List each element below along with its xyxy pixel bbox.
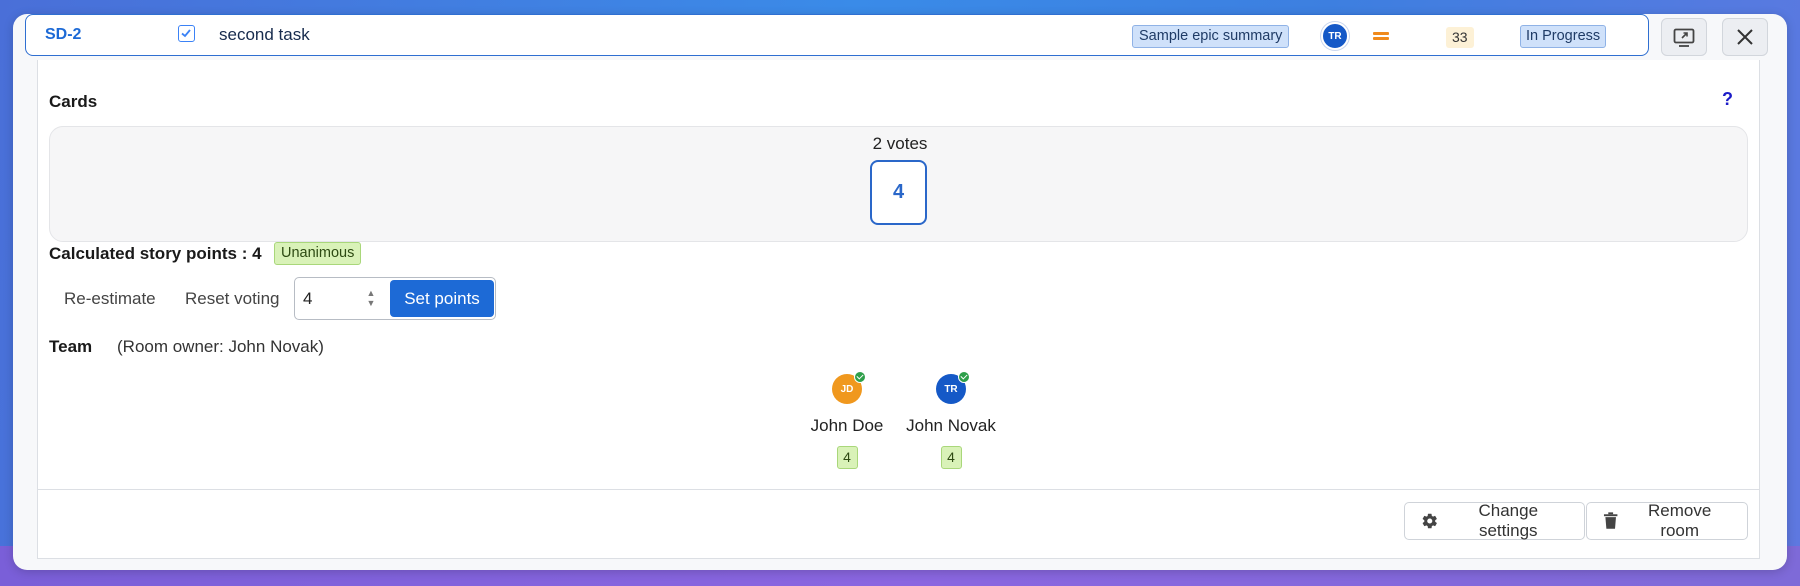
- room-owner-label: (Room owner: John Novak): [117, 337, 324, 356]
- member-vote-badge: 4: [940, 446, 962, 469]
- change-settings-label: Change settings: [1478, 501, 1539, 540]
- set-points-group: ▲ ▼ Set points: [294, 277, 496, 320]
- external-window-icon: [1673, 28, 1695, 47]
- calculated-story-points: Calculated story points : 4: [49, 244, 262, 263]
- issue-header-bar[interactable]: SD-2 second task Sample epic summary TR …: [25, 14, 1649, 56]
- gear-icon: [1422, 513, 1437, 529]
- vote-card[interactable]: 4: [870, 160, 927, 225]
- votes-count: 2 votes: [872, 134, 928, 153]
- epic-badge: Sample epic summary: [1132, 25, 1290, 48]
- cards-heading: Cards: [49, 92, 98, 111]
- team-member: TR John Novak 4: [901, 371, 1001, 469]
- reestimate-button[interactable]: Re-estimate: [64, 289, 156, 309]
- chevron-up-icon: ▲: [366, 288, 376, 298]
- voted-check-icon: [854, 371, 866, 383]
- team-heading: Team: [49, 337, 93, 356]
- avatar: TR: [936, 371, 970, 404]
- points-stepper[interactable]: ▲ ▼: [361, 288, 381, 310]
- reset-voting-button[interactable]: Reset voting: [185, 289, 280, 309]
- avatar: JD: [832, 371, 866, 404]
- voted-check-icon: [958, 371, 970, 383]
- member-name: John Novak: [906, 416, 996, 435]
- footer-divider: [37, 489, 1760, 490]
- task-type-icon: [178, 25, 195, 42]
- issue-key-link[interactable]: SD-2: [45, 26, 81, 44]
- priority-medium-icon: [1373, 30, 1391, 42]
- chevron-down-icon: ▼: [366, 298, 376, 308]
- avatar-initials: JD: [840, 383, 854, 395]
- status-badge: In Progress: [1520, 25, 1607, 48]
- remove-room-button[interactable]: Remove room: [1586, 501, 1748, 540]
- member-vote-badge: 4: [836, 446, 858, 469]
- story-points-badge: 33: [1446, 27, 1474, 48]
- change-settings-button[interactable]: Change settings: [1404, 501, 1585, 540]
- assignee-avatar: TR: [1321, 22, 1349, 50]
- set-points-button[interactable]: Set points: [390, 280, 494, 317]
- remove-room-label: Remove room: [1648, 501, 1712, 540]
- member-name: John Doe: [810, 416, 884, 435]
- team-member: JD John Doe 4: [797, 371, 897, 469]
- trash-icon: [1603, 512, 1618, 529]
- open-external-button[interactable]: [1661, 18, 1707, 56]
- close-icon: [1737, 29, 1753, 45]
- close-button[interactable]: [1722, 18, 1768, 56]
- help-icon[interactable]: ?: [1722, 89, 1733, 110]
- consensus-badge: Unanimous: [274, 242, 362, 265]
- avatar-initials: TR: [944, 383, 958, 395]
- issue-summary: second task: [219, 25, 310, 44]
